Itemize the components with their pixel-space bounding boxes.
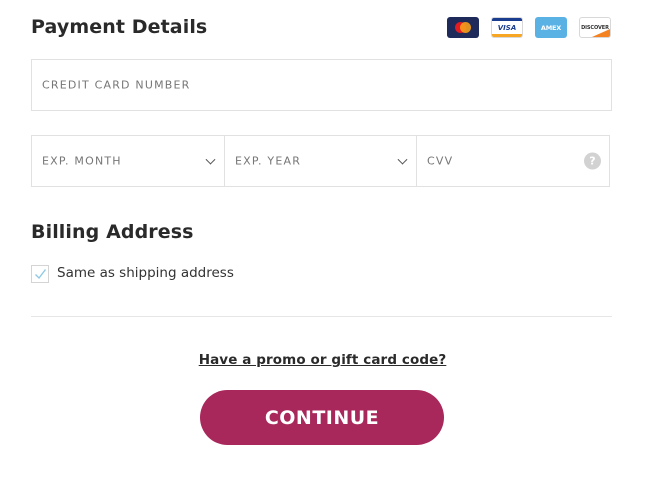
promo-code-link[interactable]: Have a promo or gift card code?	[199, 352, 447, 368]
checkmark-icon	[35, 269, 47, 280]
cvv-placeholder: CVV	[427, 154, 454, 168]
discover-icon: DISCOVER	[579, 17, 611, 38]
credit-card-number-input[interactable]: CREDIT CARD NUMBER	[31, 59, 612, 111]
visa-icon: VISA	[491, 17, 523, 38]
amex-icon: AMEX	[535, 17, 567, 38]
credit-card-number-placeholder: CREDIT CARD NUMBER	[42, 78, 191, 92]
visa-label: VISA	[497, 23, 517, 32]
exp-year-placeholder: EXP. YEAR	[235, 154, 302, 168]
continue-button[interactable]: CONTINUE	[200, 390, 444, 445]
help-icon[interactable]: ?	[584, 152, 601, 170]
same-as-shipping-label: Same as shipping address	[57, 265, 234, 281]
cvv-input[interactable]: CVV ?	[416, 135, 610, 187]
same-as-shipping-checkbox[interactable]	[31, 265, 49, 283]
accepted-cards: VISA AMEX DISCOVER	[447, 17, 611, 38]
payment-details-title: Payment Details	[31, 16, 208, 38]
exp-month-placeholder: EXP. MONTH	[42, 154, 122, 168]
mastercard-icon	[447, 17, 479, 38]
chevron-down-icon	[205, 154, 216, 165]
exp-year-select[interactable]: EXP. YEAR	[224, 135, 417, 187]
chevron-down-icon	[397, 154, 408, 165]
amex-label: AMEX	[540, 23, 562, 32]
divider	[31, 316, 612, 317]
exp-month-select[interactable]: EXP. MONTH	[31, 135, 225, 187]
billing-address-title: Billing Address	[31, 221, 194, 243]
